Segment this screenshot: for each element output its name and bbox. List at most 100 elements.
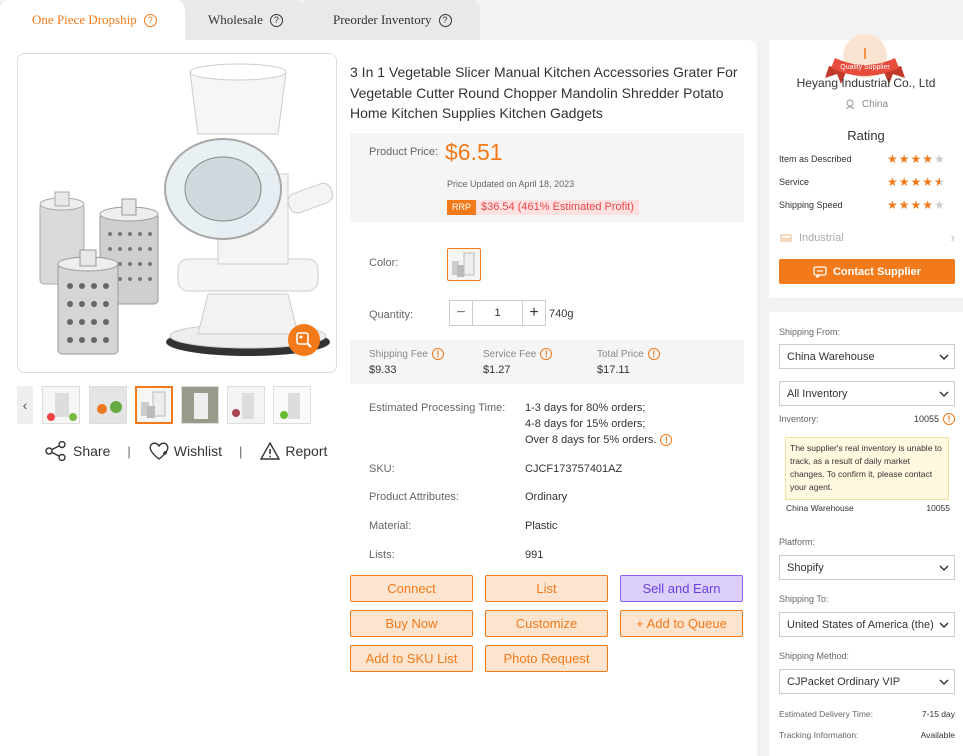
fee-value: $17.11 xyxy=(597,364,630,376)
attr-label: Lists: xyxy=(369,549,395,561)
share-icon xyxy=(45,441,66,461)
processing-times: 1-3 days for 80% orders; 4-8 days for 15… xyxy=(525,400,673,448)
delivery-row: Estimated Delivery Time: 7-15 day xyxy=(779,709,955,719)
rrp-value: $36.54 (461% Estimated Profit) xyxy=(476,200,639,215)
customize-button[interactable]: Customize xyxy=(485,610,608,637)
shipping-to-label: Shipping To: xyxy=(779,594,829,604)
report-button[interactable]: Report xyxy=(259,441,327,461)
quantity-input[interactable] xyxy=(473,301,522,325)
tab-one-piece-dropship[interactable]: One Piece Dropship? xyxy=(0,0,185,40)
tab-label: One Piece Dropship xyxy=(32,12,137,27)
fee-value: $1.27 xyxy=(483,364,511,376)
tab-preorder-inventory[interactable]: Preorder Inventory? xyxy=(333,0,452,40)
info-icon[interactable]: ! xyxy=(540,348,553,360)
warehouse-row: China Warehouse 10055 xyxy=(786,503,950,513)
shipping-from-label: Shipping From: xyxy=(779,327,841,337)
supplier-name[interactable]: Heyang Industrial Co., Ltd xyxy=(769,76,963,90)
inventory-row: Inventory: 10055 ! xyxy=(779,413,955,425)
divider: | xyxy=(238,443,243,459)
help-icon: ? xyxy=(269,13,283,27)
country-label: China xyxy=(861,98,889,110)
processing-label: Estimated Processing Time: xyxy=(369,402,506,414)
rating-row: Item as Described ★★★★★ xyxy=(779,152,957,168)
delivery-label: Estimated Delivery Time: xyxy=(779,709,873,719)
shipping-to-select[interactable]: United States of America (the) xyxy=(779,612,955,637)
shipping-fee: Shipping Fee! $9.33 xyxy=(369,348,444,376)
shipping-method-select[interactable]: CJPacket Ordinary VIP xyxy=(779,669,955,694)
delivery-value: 7-15 day xyxy=(921,709,955,719)
info-icon[interactable]: ! xyxy=(431,348,444,360)
select-value: Shopify xyxy=(787,561,824,574)
image-search-button[interactable] xyxy=(288,324,320,356)
thumbnail[interactable] xyxy=(89,386,127,424)
tracking-row: Tracking Information: Available xyxy=(779,730,955,740)
info-icon[interactable]: ! xyxy=(647,348,660,360)
thumbnail[interactable] xyxy=(227,386,265,424)
star-rating: ★★★★★ xyxy=(887,175,946,189)
industry-link[interactable]: Industrial › xyxy=(779,230,957,246)
sell-and-earn-button[interactable]: Sell and Earn xyxy=(620,575,743,602)
quantity-increase-button[interactable]: + xyxy=(522,301,545,325)
platform-select[interactable]: Shopify xyxy=(779,555,955,580)
thumb-prev-button[interactable]: ‹ xyxy=(17,386,33,424)
sku-value: CJCF173757401AZ xyxy=(525,463,623,475)
thumbnail[interactable] xyxy=(273,386,311,424)
buy-now-button[interactable]: Buy Now xyxy=(350,610,473,637)
info-icon[interactable]: ! xyxy=(660,434,673,446)
fee-value: $9.33 xyxy=(369,364,397,376)
photo-request-button[interactable]: Photo Request xyxy=(485,645,608,672)
contact-supplier-button[interactable]: Contact Supplier xyxy=(779,259,955,284)
badge-letter: I xyxy=(863,46,867,63)
add-to-queue-button[interactable]: + Add to Queue xyxy=(620,610,743,637)
attr-value: Plastic xyxy=(525,520,558,532)
star-rating: ★★★★★ xyxy=(887,198,946,212)
quantity-decrease-button[interactable]: − xyxy=(450,301,473,325)
chevron-down-icon xyxy=(939,354,949,361)
processing-line: 1-3 days for 80% orders; xyxy=(525,402,646,414)
chat-icon xyxy=(813,265,827,278)
tab-wholesale[interactable]: Wholesale? xyxy=(208,0,283,40)
quantity-stepper: − + xyxy=(449,300,546,326)
price-box: Product Price: $6.51 Price Updated on Ap… xyxy=(350,133,744,222)
rrp-tag: RRP xyxy=(447,200,477,215)
warehouse-stock: 10055 xyxy=(926,503,950,513)
heart-icon xyxy=(149,442,169,460)
attr-label: Product Attributes: xyxy=(369,491,459,503)
share-button[interactable]: Share xyxy=(45,441,110,461)
connect-button[interactable]: Connect xyxy=(350,575,473,602)
wishlist-button[interactable]: Wishlist xyxy=(148,441,222,461)
thumbnail-selected[interactable] xyxy=(135,386,173,424)
list-button[interactable]: List xyxy=(485,575,608,602)
add-to-sku-list-button[interactable]: Add to SKU List xyxy=(350,645,473,672)
shipping-options-card: Shipping From: China Warehouse All Inven… xyxy=(769,312,963,756)
info-icon[interactable]: ! xyxy=(943,413,955,425)
report-label: Report xyxy=(285,443,328,459)
thumbnail[interactable] xyxy=(42,386,80,424)
quantity-label: Quantity: xyxy=(369,309,414,321)
platform-label: Platform: xyxy=(779,537,816,547)
tab-label: Wholesale xyxy=(208,12,263,27)
product-main-image[interactable] xyxy=(17,53,337,373)
chevron-right-icon: › xyxy=(950,230,955,245)
processing-line: Over 8 days for 5% orders. xyxy=(525,434,657,446)
shipping-from-select[interactable]: China Warehouse xyxy=(779,344,955,369)
chevron-down-icon xyxy=(939,565,949,572)
rating-heading: Rating xyxy=(847,128,885,143)
category-icon xyxy=(780,234,792,242)
rating-row: Service ★★★★★ xyxy=(779,175,957,191)
inventory-filter-select[interactable]: All Inventory xyxy=(779,381,955,406)
tab-label: Preorder Inventory xyxy=(333,12,432,27)
tracking-label: Tracking Information: xyxy=(779,730,859,740)
attr-label: SKU: xyxy=(369,463,395,475)
fee-label: Total Price xyxy=(597,348,644,360)
rrp-badge: RRP $36.54 (461% Estimated Profit) xyxy=(447,200,639,215)
color-swatch[interactable] xyxy=(447,248,481,281)
price-label: Product Price: xyxy=(369,146,439,158)
thumbnail[interactable] xyxy=(181,386,219,424)
tracking-value: Available xyxy=(920,730,955,740)
product-price: $6.51 xyxy=(445,139,503,165)
chevron-down-icon xyxy=(939,622,949,629)
processing-line: 4-8 days for 15% orders; xyxy=(525,418,646,430)
inventory-value: 10055 xyxy=(913,414,939,424)
select-value: China Warehouse xyxy=(787,350,875,363)
